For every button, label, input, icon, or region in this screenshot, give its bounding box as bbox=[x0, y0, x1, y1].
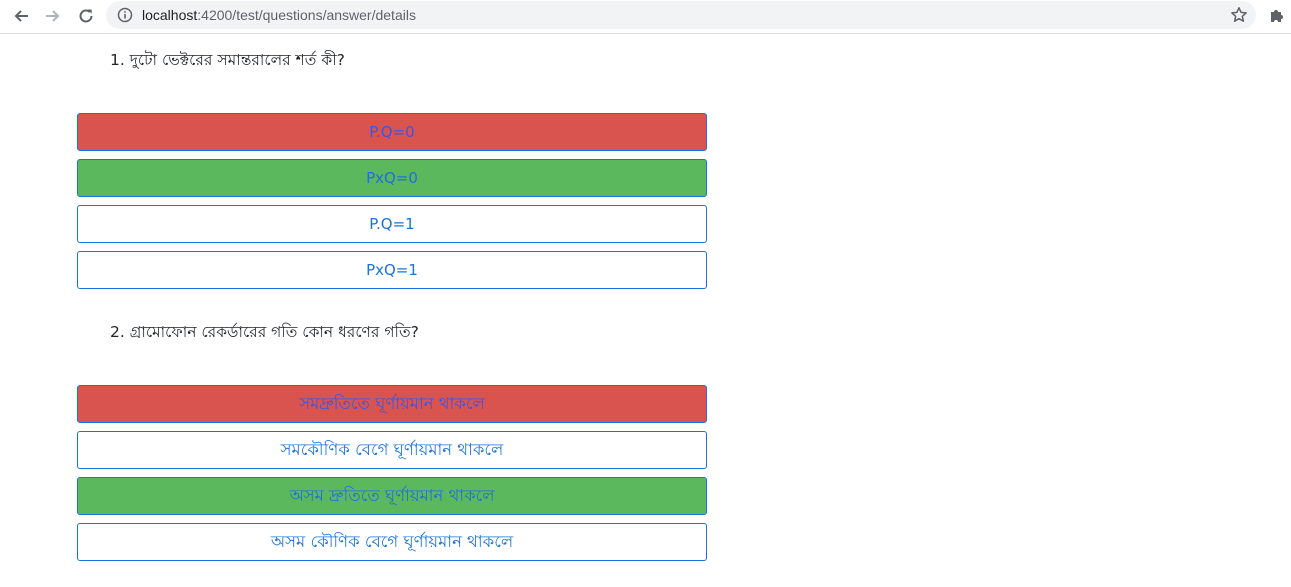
question-1-text: 1. দুটো ভেক্টরের সমান্তরালের শর্ত কী? bbox=[110, 51, 345, 69]
q1-option-3[interactable]: P.Q=1 bbox=[77, 205, 707, 243]
q2-option-1[interactable]: সমদ্রুতিতে ঘূর্ণায়মান থাকলে bbox=[77, 385, 707, 423]
q2-option-2[interactable]: সমকৌণিক বেগে ঘূর্ণায়মান থাকলে bbox=[77, 431, 707, 469]
q2-option-3[interactable]: অসম দ্রুতিতে ঘূর্ণায়মান থাকলে bbox=[77, 477, 707, 515]
extensions-puzzle-icon[interactable] bbox=[1269, 6, 1287, 24]
address-bar[interactable]: localhost:4200/test/questions/answer/det… bbox=[106, 1, 1256, 29]
arrow-left-icon bbox=[14, 10, 28, 22]
forward-button[interactable] bbox=[40, 4, 66, 28]
q1-option-1[interactable]: P.Q=0 bbox=[77, 113, 707, 151]
browser-toolbar: localhost:4200/test/questions/answer/det… bbox=[0, 0, 1291, 34]
q1-option-4[interactable]: PxQ=1 bbox=[77, 251, 707, 289]
url-path: :4200/test/questions/answer/details bbox=[197, 7, 416, 23]
star-icon[interactable] bbox=[1230, 6, 1248, 24]
reload-button[interactable] bbox=[73, 4, 99, 28]
question-2-text: 2. গ্রামোফোন রেকর্ডারের গতি কোন ধরণের গত… bbox=[110, 323, 419, 341]
info-icon[interactable] bbox=[117, 7, 133, 23]
url-host: localhost bbox=[142, 7, 198, 23]
arrow-right-icon bbox=[46, 10, 60, 22]
reload-icon bbox=[79, 9, 93, 23]
q1-option-2[interactable]: PxQ=0 bbox=[77, 159, 707, 197]
url-text[interactable]: localhost:4200/test/questions/answer/det… bbox=[142, 7, 416, 23]
q2-option-4[interactable]: অসম কৌণিক বেগে ঘূর্ণায়মান থাকলে bbox=[77, 523, 707, 561]
back-button[interactable] bbox=[8, 4, 34, 28]
